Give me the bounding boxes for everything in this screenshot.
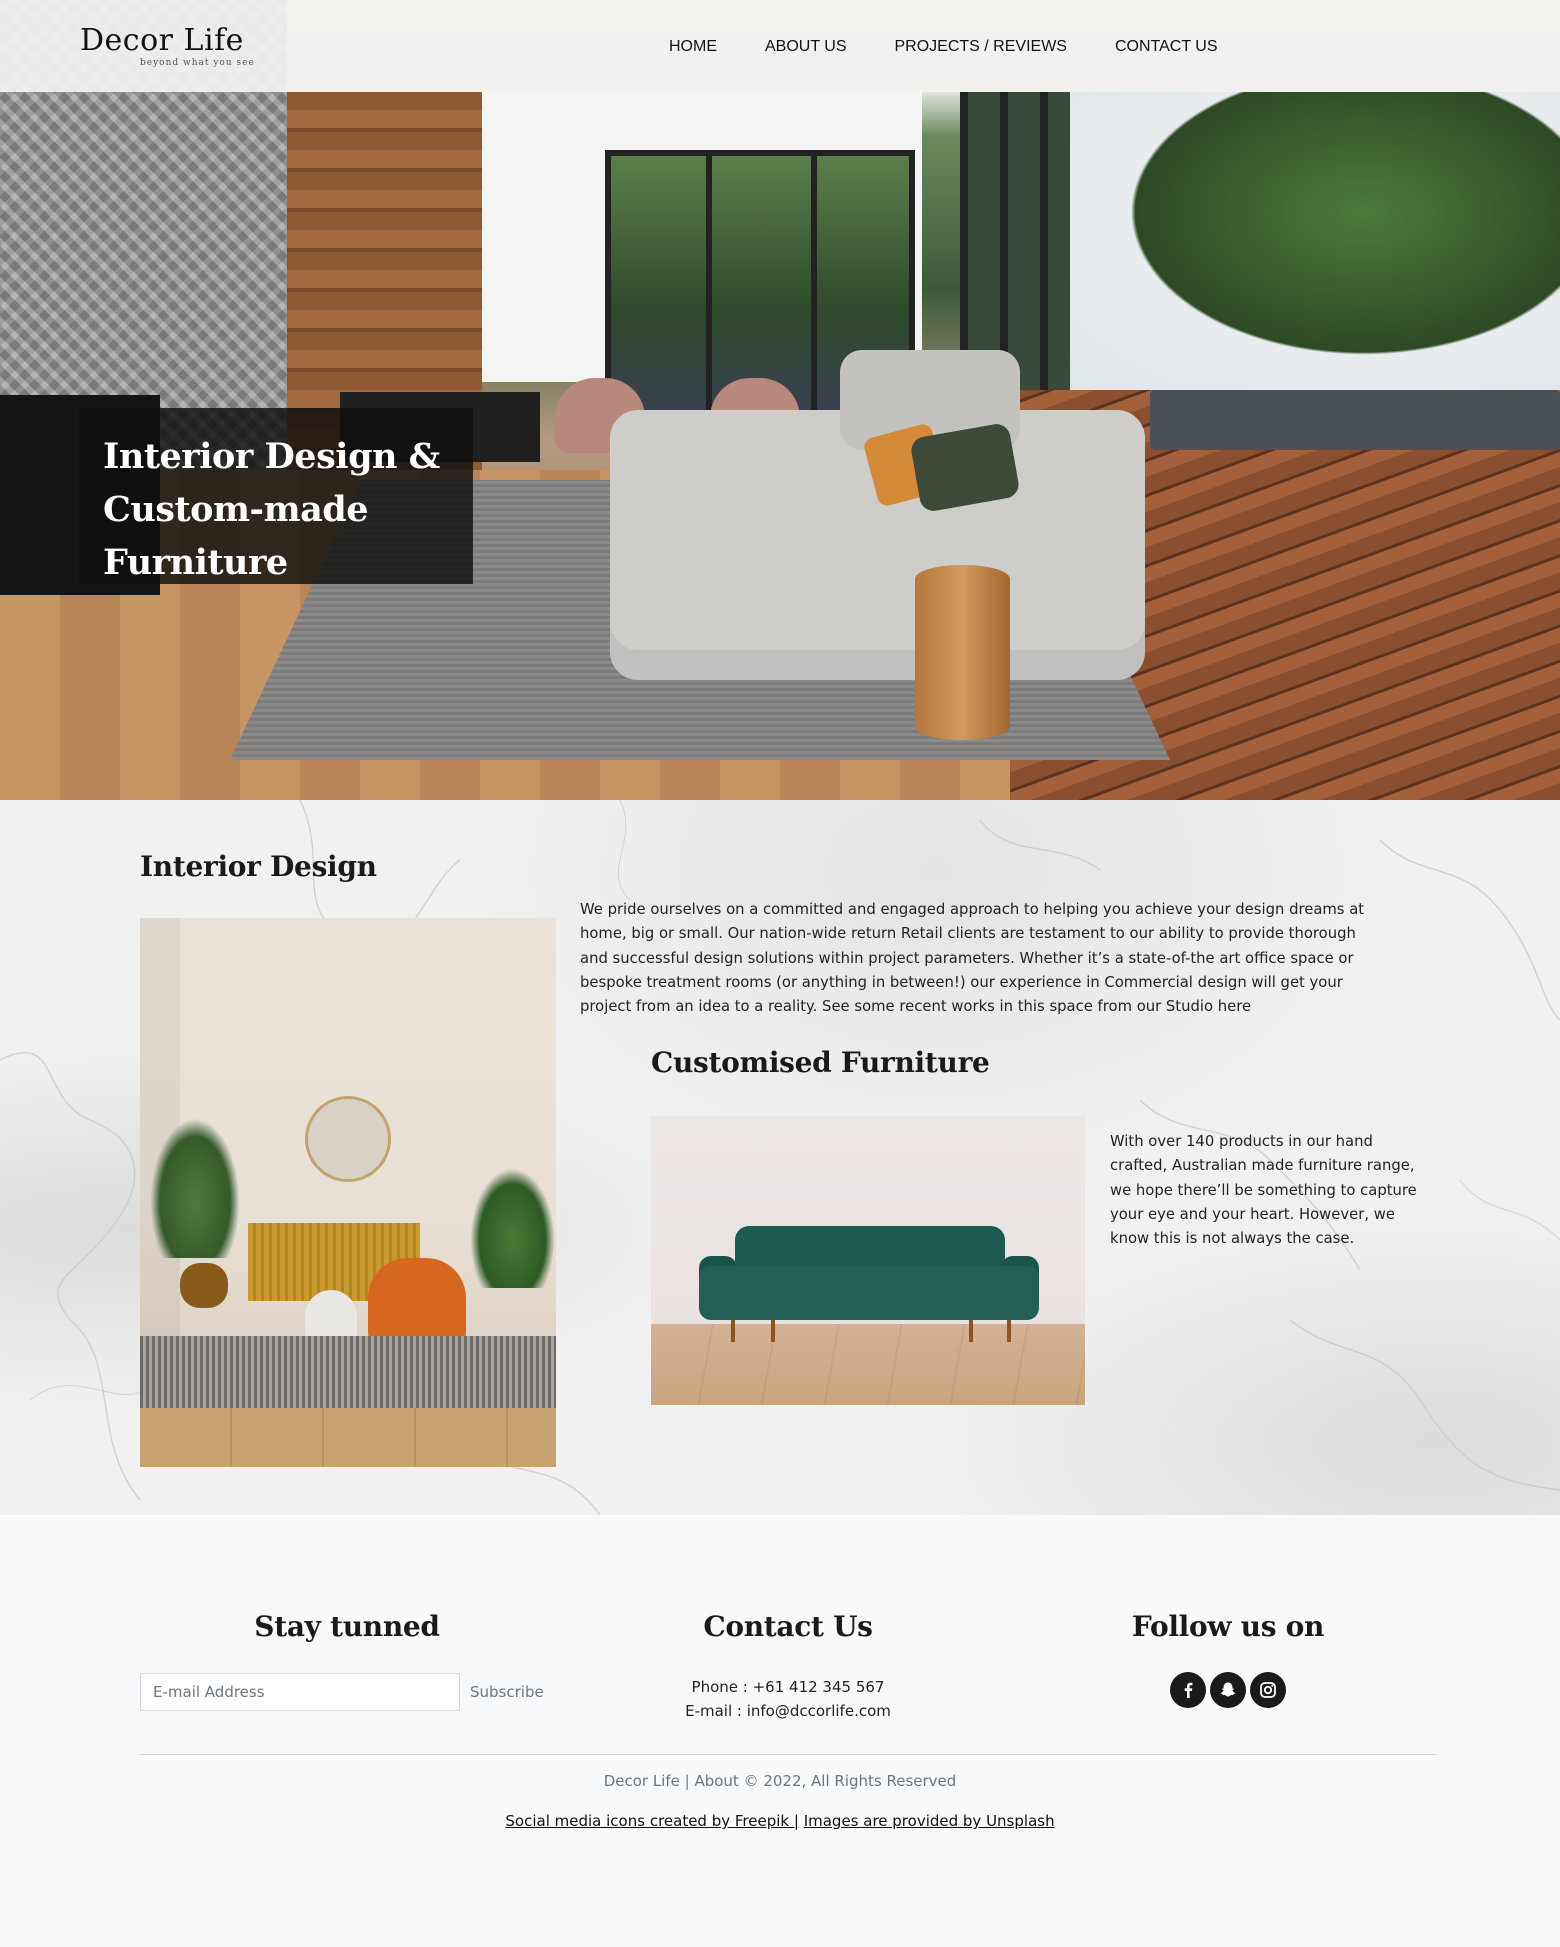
instagram-icon[interactable] bbox=[1250, 1672, 1286, 1708]
hero-title: Interior Design & Custom-made Furniture bbox=[103, 430, 449, 589]
unsplash-credit-link[interactable]: Images are provided by Unsplash bbox=[804, 1812, 1055, 1830]
snapchat-icon[interactable] bbox=[1210, 1672, 1246, 1708]
interior-design-image bbox=[140, 918, 556, 1467]
image-sofa-leg bbox=[969, 1320, 973, 1342]
interior-design-heading: Interior Design bbox=[140, 850, 377, 883]
copyright-text: Decor Life | About © 2022, All Rights Re… bbox=[603, 1772, 957, 1790]
credits: Social media icons created by Freepik | … bbox=[0, 1812, 1560, 1830]
hero-image-stool bbox=[915, 565, 1010, 740]
image-sofa-leg bbox=[731, 1320, 735, 1342]
image-plant bbox=[470, 1168, 555, 1288]
freepik-credit-link[interactable]: Social media icons created by Freepik | bbox=[505, 1812, 799, 1830]
newsletter-heading: Stay tunned bbox=[254, 1610, 440, 1643]
main-nav: HOME ABOUT US PROJECTS / REVIEWS CONTACT… bbox=[645, 36, 1242, 58]
interior-design-description: We pride ourselves on a committed and en… bbox=[580, 901, 1365, 1016]
hero-section: Interior Design & Custom-made Furniture bbox=[0, 0, 1560, 800]
image-rug bbox=[140, 1336, 556, 1408]
image-mirror bbox=[305, 1096, 391, 1182]
newsletter-email-input[interactable] bbox=[140, 1673, 460, 1711]
image-plant bbox=[150, 1118, 240, 1258]
social-links bbox=[1170, 1672, 1286, 1708]
top-navbar: Decor Life beyond what you see HOME ABOU… bbox=[0, 0, 1560, 92]
subscribe-button[interactable]: Subscribe bbox=[462, 1673, 552, 1711]
footer: Stay tunned Subscribe Contact Us Phone :… bbox=[0, 1515, 1560, 1947]
nav-projects-reviews[interactable]: PROJECTS / REVIEWS bbox=[871, 36, 1091, 58]
hero-title-line: Furniture bbox=[103, 542, 288, 583]
contact-heading: Contact Us bbox=[703, 1610, 873, 1643]
image-sofa-seat bbox=[699, 1266, 1039, 1320]
image-pot bbox=[180, 1263, 228, 1308]
hero-caption: Interior Design & Custom-made Furniture bbox=[79, 408, 473, 584]
brand-name: Decor Life bbox=[80, 23, 244, 58]
contact-phone: Phone : +61 412 345 567 bbox=[691, 1678, 885, 1696]
customised-furniture-description: With over 140 products in our hand craft… bbox=[1110, 1133, 1417, 1248]
hero-title-line: Custom-made bbox=[103, 489, 369, 530]
nav-about-us[interactable]: ABOUT US bbox=[741, 36, 871, 58]
footer-divider bbox=[140, 1754, 1436, 1755]
hero-title-line: Interior Design & bbox=[103, 436, 440, 477]
image-sofa-leg bbox=[771, 1320, 775, 1342]
facebook-icon[interactable] bbox=[1170, 1672, 1206, 1708]
customised-furniture-heading: Customised Furniture bbox=[651, 1046, 990, 1079]
services-section: Interior Design We pride ourselves on a … bbox=[0, 800, 1560, 1515]
image-sofa-leg bbox=[1007, 1320, 1011, 1342]
hero-image-garden bbox=[1070, 92, 1560, 392]
nav-home[interactable]: HOME bbox=[645, 36, 741, 58]
hero-image-dining-table bbox=[1150, 390, 1560, 450]
customised-furniture-image bbox=[651, 1116, 1085, 1405]
brand-tagline: beyond what you see bbox=[140, 58, 255, 68]
nav-contact-us[interactable]: CONTACT US bbox=[1091, 36, 1242, 58]
brand-logo[interactable]: Decor Life beyond what you see bbox=[80, 22, 260, 82]
image-floor bbox=[140, 1408, 556, 1467]
social-heading: Follow us on bbox=[1131, 1610, 1325, 1643]
contact-email: E-mail : info@dccorlife.com bbox=[685, 1702, 891, 1720]
